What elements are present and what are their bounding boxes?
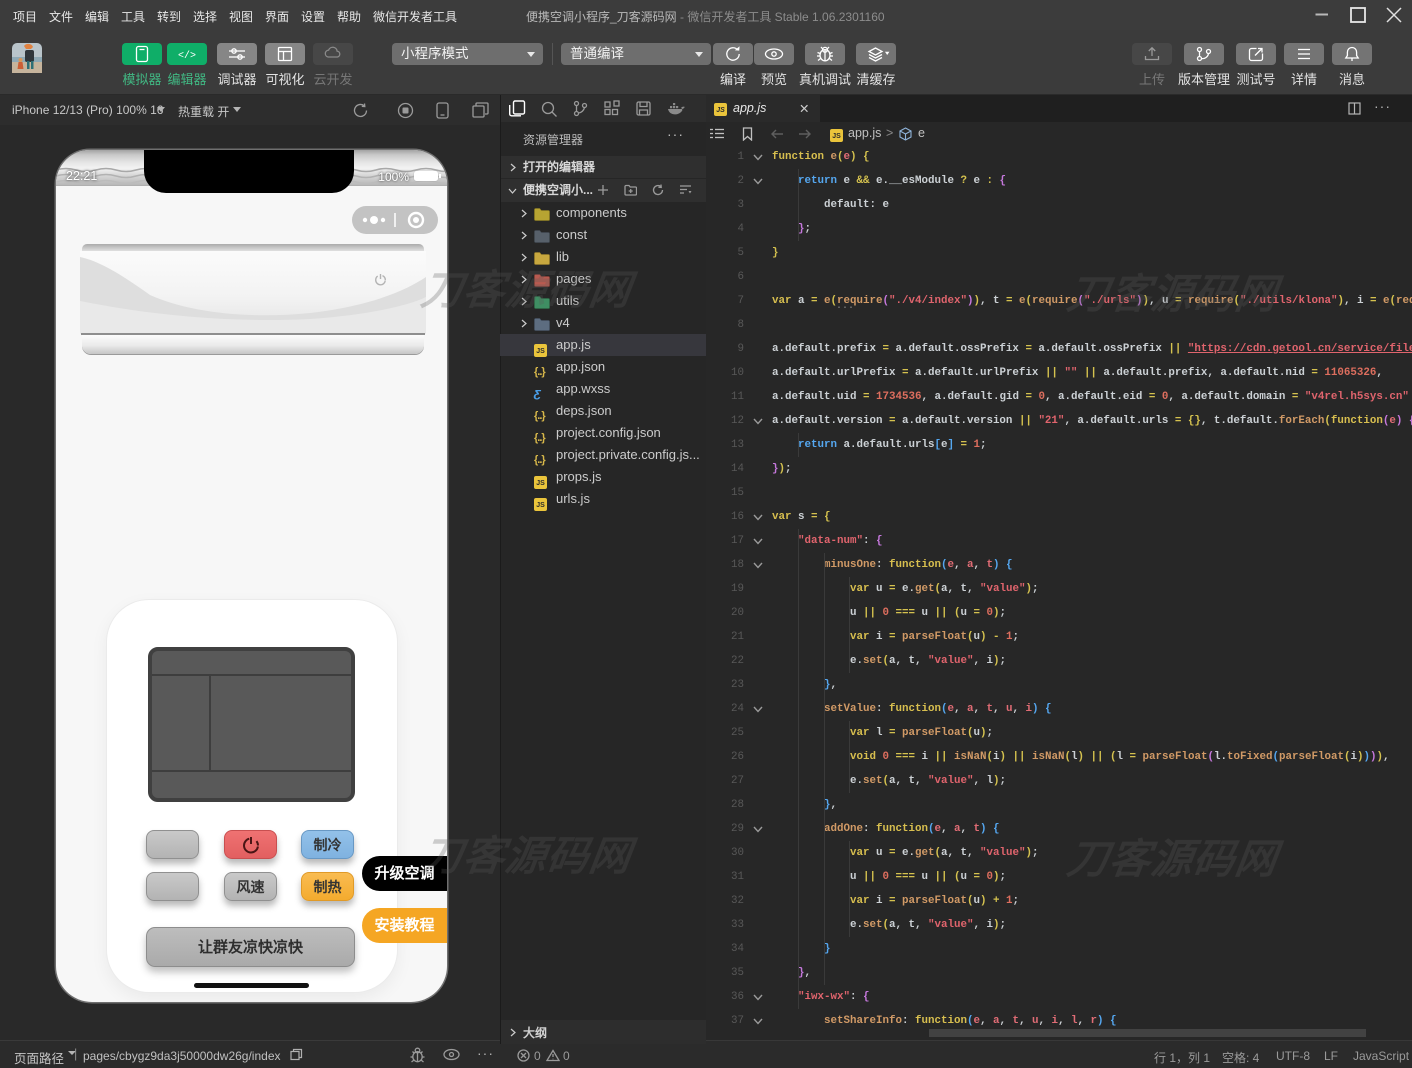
svg-text:</>: </> (178, 50, 196, 62)
